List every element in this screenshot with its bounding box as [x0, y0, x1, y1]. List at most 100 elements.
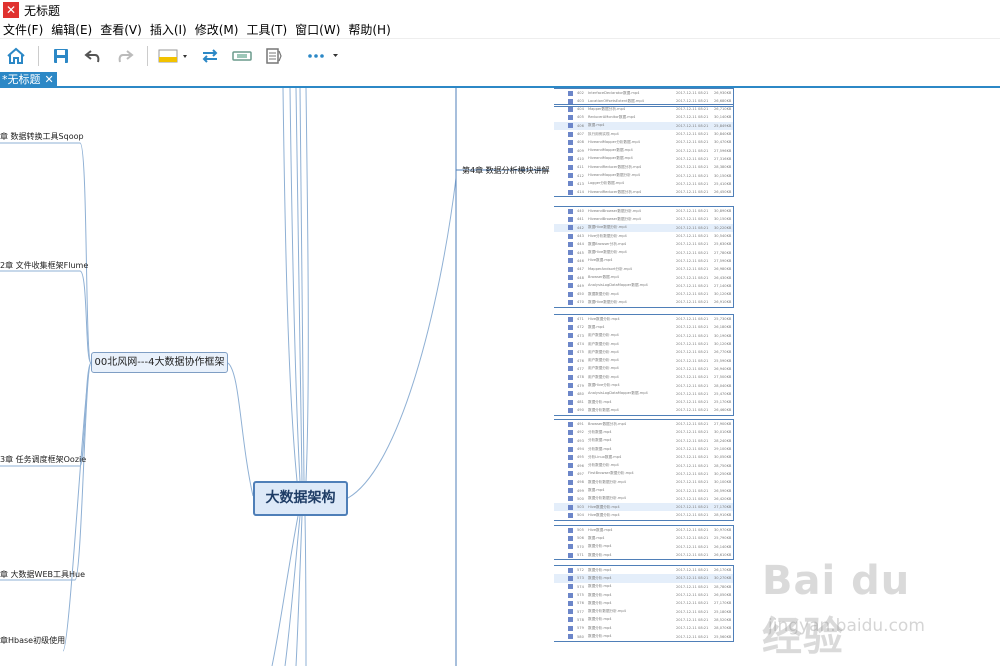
- undo-icon[interactable]: [77, 42, 109, 70]
- outline-icon[interactable]: [258, 42, 290, 70]
- menu-edit[interactable]: 编辑(E): [48, 21, 97, 38]
- home-icon[interactable]: [0, 42, 32, 70]
- tab-untitled[interactable]: *无标题 ✕: [0, 72, 57, 88]
- file-row[interactable]: 498 数据分析数据分析.mp4 2017-12-11 08:21 30,100KB: [554, 478, 733, 486]
- file-row[interactable]: 412 HiveandMapper数据分析.mp4 2017-12-11 08:21…: [554, 171, 733, 179]
- file-row[interactable]: 572 数据分析.mp4 2017-12-11 08:21 26,170KB: [554, 566, 733, 574]
- file-row[interactable]: 408 HiveandMapper分析数据.mp4 2017-12-11 08:21…: [554, 138, 733, 146]
- file-row[interactable]: 472 数据.mp4 2017-12-11 08:21 26,180KB: [554, 323, 733, 331]
- file-row[interactable]: 441 HiveandBrowser数据分析.mp4 2017-12-11 08:2…: [554, 215, 733, 223]
- topic-style-icon[interactable]: [154, 42, 194, 70]
- video-file-icon: [568, 283, 573, 289]
- file-name: 数据.mp4: [588, 123, 605, 128]
- file-row[interactable]: 576 数据分析.mp4 2017-12-11 08:21 27,170KB: [554, 599, 733, 607]
- file-row[interactable]: 443 Hive分析数据分析.mp4 2017-12-11 08:21 30,540K…: [554, 232, 733, 240]
- swap-icon[interactable]: [194, 42, 226, 70]
- topic-flume[interactable]: 2章 文件收集框架Flume: [0, 260, 88, 271]
- file-row[interactable]: 442 数据Hive数据分析.mp4 2017-12-11 08:21 30,220K…: [554, 223, 733, 232]
- file-size: 30,270KB: [714, 576, 732, 581]
- file-row[interactable]: 477 用户数据分析.mp4 2017-12-11 08:21 26,940KB: [554, 365, 733, 373]
- file-row[interactable]: 503 Hive数据分析.mp4 2017-12-11 08:21 27,170KB: [554, 502, 733, 512]
- file-row[interactable]: 504 Hive数据分析.mp4 2017-12-11 08:21 28,910KB: [554, 511, 733, 519]
- file-row[interactable]: 475 用户数据分析.mp4 2017-12-11 08:21 26,770KB: [554, 348, 733, 356]
- file-row[interactable]: 476 用户数据分析.mp4 2017-12-11 08:21 25,590KB: [554, 356, 733, 364]
- file-row[interactable]: 499 数据.mp4 2017-12-11 08:21 26,590KB: [554, 486, 733, 494]
- file-row[interactable]: 490 数据分析数据.mp4 2017-12-11 08:21 26,460KB: [554, 406, 733, 414]
- file-row[interactable]: 445 数据Hive数据分析.mp4 2017-12-11 08:21 27,780K…: [554, 248, 733, 256]
- menu-file[interactable]: 文件(F): [0, 21, 48, 38]
- file-row[interactable]: 449 AnalysisLogDataMapper数据.mp4 2017-12-11…: [554, 282, 733, 290]
- file-row[interactable]: 505 Hive数据.mp4 2017-12-11 08:21 30,970KB: [554, 526, 733, 534]
- file-row[interactable]: 448 Browser数据.mp4 2017-12-11 08:21 26,430KB: [554, 273, 733, 281]
- file-row[interactable]: 446 Hive数据.mp4 2017-12-11 08:21 27,590KB: [554, 257, 733, 265]
- relationship-icon[interactable]: [226, 42, 258, 70]
- file-row[interactable]: 447 MapperAndsort分析.mp4 2017-12-11 08:21 26…: [554, 265, 733, 273]
- close-icon[interactable]: ✕: [45, 72, 54, 88]
- save-icon[interactable]: [45, 42, 77, 70]
- file-row[interactable]: 473 用户数据分析.mp4 2017-12-11 08:21 30,190KB: [554, 332, 733, 340]
- file-row[interactable]: 410 HiveandMapper数据.mp4 2017-12-11 08:21 27…: [554, 155, 733, 163]
- main-topic-node[interactable]: 00北风网---4大数据协作框架: [91, 352, 228, 373]
- file-row[interactable]: 481 数据分析.mp4 2017-12-11 08:21 25,170KB: [554, 398, 733, 406]
- file-row[interactable]: 404 Mapper数据分析.mp4 2017-12-11 08:21 26,710K…: [554, 105, 733, 113]
- file-row[interactable]: 406 数据.mp4 2017-12-11 08:21 25,849KB: [554, 121, 733, 130]
- file-row[interactable]: 470 数据Hive数据分析.mp4 2017-12-11 08:21 26,910K…: [554, 298, 733, 306]
- file-row[interactable]: 575 数据分析.mp4 2017-12-11 08:21 26,050KB: [554, 591, 733, 599]
- menu-window[interactable]: 窗口(W): [292, 21, 345, 38]
- file-row[interactable]: 440 HiveandBrowser数据分析.mp4 2017-12-11 08:2…: [554, 207, 733, 215]
- file-row[interactable]: 506 数据.mp4 2017-12-11 08:21 25,790KB: [554, 534, 733, 542]
- file-row[interactable]: 409 HiveandMapper数据.mp4 2017-12-11 08:21 27…: [554, 146, 733, 154]
- menu-view[interactable]: 查看(V): [97, 21, 147, 38]
- file-row[interactable]: 571 数据分析.mp4 2017-12-11 08:21 26,610KB: [554, 551, 733, 559]
- file-num: 414: [577, 190, 584, 195]
- file-row[interactable]: 570 数据分析.mp4 2017-12-11 08:21 26,140KB: [554, 543, 733, 551]
- file-row[interactable]: 478 用户数据分析.mp4 2017-12-11 08:21 27,500KB: [554, 373, 733, 381]
- file-row[interactable]: 407 执行用例实现.mp4 2017-12-11 08:21 30,840KB: [554, 130, 733, 138]
- file-row[interactable]: 574 数据分析.mp4 2017-12-11 08:21 28,780KB: [554, 583, 733, 591]
- file-name: 分析数据.mp4: [588, 446, 612, 451]
- file-row[interactable]: 578 数据分析.mp4 2017-12-11 08:21 28,520KB: [554, 616, 733, 624]
- file-row[interactable]: 444 数据Browser分析.mp4 2017-12-11 08:21 25,630…: [554, 240, 733, 248]
- mindmap-canvas[interactable]: 章 数据转换工具Sqoop 2章 文件收集框架Flume 3章 任务调度框架Oo…: [0, 88, 1000, 666]
- file-row[interactable]: 500 数据分析数据分析.mp4 2017-12-11 08:21 26,420KB: [554, 495, 733, 503]
- file-date: 2017-12-11 08:21: [676, 148, 709, 153]
- file-row[interactable]: 577 数据分析数据分析.mp4 2017-12-11 08:21 25,180KB: [554, 607, 733, 615]
- central-topic-node[interactable]: 大数据架构: [253, 481, 348, 516]
- file-num: 491: [577, 422, 584, 427]
- file-row[interactable]: 414 HiveandReducer数据分析.mp4 2017-12-11 08:2…: [554, 188, 733, 196]
- file-row[interactable]: 492 分析数据.mp4 2017-12-11 08:21 30,010KB: [554, 428, 733, 436]
- file-row[interactable]: 491 Browser数据分析.mp4 2017-12-11 08:21 27,900…: [554, 420, 733, 428]
- file-row[interactable]: 573 数据分析.mp4 2017-12-11 08:21 30,270KB: [554, 574, 733, 583]
- file-row[interactable]: 413 Logger分析数据.mp4 2017-12-11 08:21 25,410K…: [554, 180, 733, 188]
- file-date: 2017-12-11 08:21: [676, 463, 709, 468]
- file-row[interactable]: 580 数据分析.mp4 2017-12-11 08:21 25,560KB: [554, 632, 733, 640]
- file-row[interactable]: 471 Hive数据分析.mp4 2017-12-11 08:21 25,730KB: [554, 315, 733, 323]
- file-row[interactable]: 411 HiveandReducer数据分析.mp4 2017-12-11 08:2…: [554, 163, 733, 171]
- file-row[interactable]: 405 ReducerAMonitor数据.mp4 2017-12-11 08:21…: [554, 113, 733, 121]
- file-row[interactable]: 493 分析数据.mp4 2017-12-11 08:21 28,240KB: [554, 437, 733, 445]
- file-row[interactable]: 496 分析数据分析.mp4 2017-12-11 08:21 28,750KB: [554, 461, 733, 469]
- topic-oozie[interactable]: 3章 任务调度框架Oozie: [0, 454, 86, 465]
- file-row[interactable]: 497 FirstBrowser数据分析.mp4 2017-12-11 08:21 3…: [554, 470, 733, 478]
- file-row[interactable]: 402 InterfaceDeclarator数据.mp4 2017-12-11 0…: [554, 89, 733, 97]
- file-num: 474: [577, 342, 584, 347]
- topic-sqoop[interactable]: 章 数据转换工具Sqoop: [0, 131, 84, 142]
- file-row[interactable]: 494 分析数据.mp4 2017-12-11 08:21 29,100KB: [554, 445, 733, 453]
- menu-modify[interactable]: 修改(M): [192, 21, 244, 38]
- file-row[interactable]: 474 用户数据分析.mp4 2017-12-11 08:21 30,120KB: [554, 340, 733, 348]
- file-row[interactable]: 479 数据Hive分析.mp4 2017-12-11 08:21 28,040KB: [554, 381, 733, 389]
- menu-tools[interactable]: 工具(T): [243, 21, 292, 38]
- topic-hbase[interactable]: 章Hbase初级使用: [0, 635, 65, 646]
- file-row[interactable]: 480 AnalysisLogDataMapper数据.mp4 2017-12-11…: [554, 390, 733, 398]
- more-icon[interactable]: [303, 42, 347, 70]
- topic-hue[interactable]: 章 大数据WEB工具Hue: [0, 569, 85, 580]
- menu-help[interactable]: 帮助(H): [345, 21, 395, 38]
- redo-icon[interactable]: [109, 42, 141, 70]
- file-row[interactable]: 450 数据数据分析.mp4 2017-12-11 08:21 30,120KB: [554, 290, 733, 298]
- menu-insert[interactable]: 插入(I): [147, 21, 192, 38]
- file-name: 用户数据分析.mp4: [588, 374, 619, 379]
- file-row[interactable]: 579 数据分析.mp4 2017-12-11 08:21 28,070KB: [554, 624, 733, 632]
- topic-chapter4[interactable]: 第4章 数据分析模块讲解: [462, 165, 550, 176]
- file-row[interactable]: 495 分析Linux数据.mp4 2017-12-11 08:21 30,050KB: [554, 453, 733, 461]
- file-name: HiveandMapper分析数据.mp4: [588, 139, 640, 144]
